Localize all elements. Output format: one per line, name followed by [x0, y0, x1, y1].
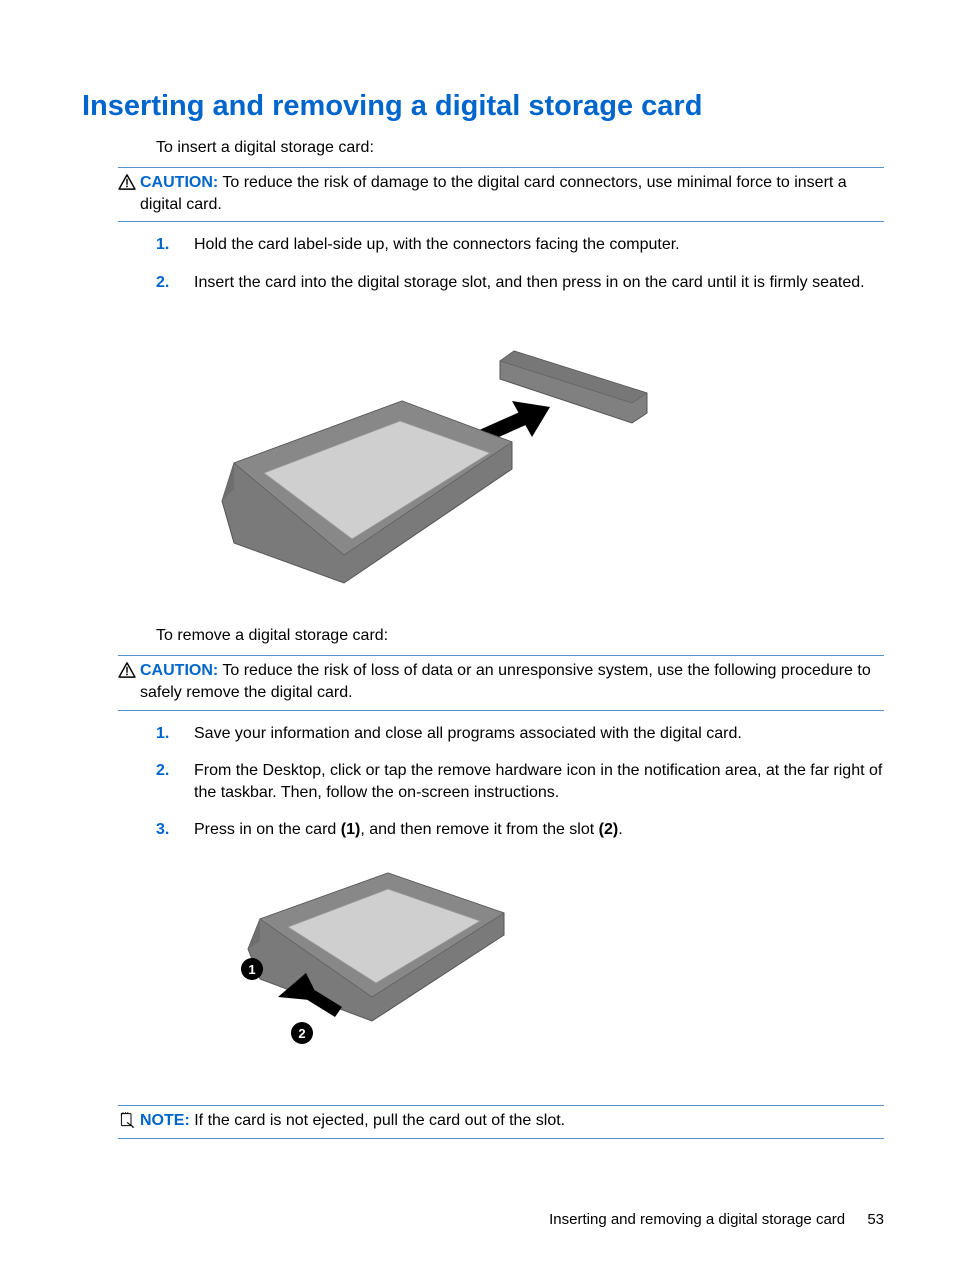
- remove-intro-text: To remove a digital storage card:: [156, 627, 884, 645]
- svg-text:2: 2: [298, 1026, 305, 1041]
- step3-ref2: (2): [599, 821, 619, 838]
- caution-label: CAUTION:: [140, 662, 218, 679]
- remove-steps-list: Save your information and close all prog…: [156, 723, 884, 841]
- caution-text: To reduce the risk of damage to the digi…: [140, 174, 847, 213]
- caution-insert: CAUTION: To reduce the risk of damage to…: [118, 167, 884, 222]
- caution-icon: [118, 662, 136, 678]
- step3-ref1: (1): [341, 821, 361, 838]
- insert-step-1: Hold the card label-side up, with the co…: [156, 234, 884, 256]
- step3-post: .: [618, 821, 622, 838]
- step3-mid: , and then remove it from the slot: [360, 821, 598, 838]
- footer-page-number: 53: [867, 1211, 884, 1228]
- page-heading: Inserting and removing a digital storage…: [82, 90, 884, 123]
- caution-icon: [118, 174, 136, 190]
- insert-intro-text: To insert a digital storage card:: [156, 139, 884, 157]
- remove-step-1: Save your information and close all prog…: [156, 723, 884, 745]
- page-footer: Inserting and removing a digital storage…: [549, 1211, 884, 1228]
- caution-label: CAUTION:: [140, 174, 218, 191]
- footer-title: Inserting and removing a digital storage…: [549, 1211, 845, 1228]
- caution-text: To reduce the risk of loss of data or an…: [140, 662, 871, 701]
- note-icon: [118, 1112, 136, 1128]
- step3-pre: Press in on the card: [194, 821, 341, 838]
- note-text: If the card is not ejected, pull the car…: [194, 1112, 565, 1129]
- insert-step-2: Insert the card into the digital storage…: [156, 272, 884, 294]
- figure-remove: 1 2: [192, 861, 884, 1081]
- svg-text:1: 1: [248, 962, 255, 977]
- figure-insert: [192, 313, 884, 603]
- caution-remove: CAUTION: To reduce the risk of loss of d…: [118, 655, 884, 710]
- note-callout: NOTE: If the card is not ejected, pull t…: [118, 1105, 884, 1139]
- remove-step-3: Press in on the card (1), and then remov…: [156, 819, 884, 841]
- remove-step-2: From the Desktop, click or tap the remov…: [156, 760, 884, 803]
- insert-steps-list: Hold the card label-side up, with the co…: [156, 234, 884, 293]
- note-label: NOTE:: [140, 1112, 190, 1129]
